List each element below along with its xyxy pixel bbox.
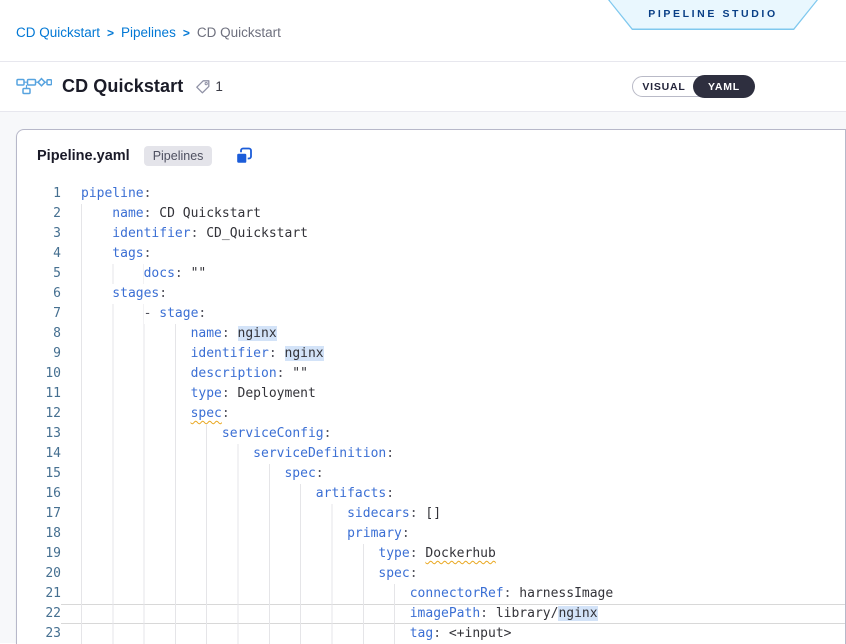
line-number: 16	[17, 484, 61, 504]
editor-line-21[interactable]: 21connectorRef: harnessImage	[17, 584, 845, 604]
editor-line-8[interactable]: 8name: nginx	[17, 324, 845, 344]
pipelines-chip[interactable]: Pipelines	[144, 146, 213, 166]
line-number: 17	[17, 504, 61, 524]
line-number: 21	[17, 584, 61, 604]
breadcrumb-current: CD Quickstart	[197, 25, 281, 40]
line-number: 4	[17, 244, 61, 264]
copy-button[interactable]	[234, 146, 254, 166]
editor-line-1[interactable]: 1pipeline:	[17, 184, 845, 204]
line-number: 7	[17, 304, 61, 324]
editor-line-2[interactable]: 2name: CD Quickstart	[17, 204, 845, 224]
pipeline-studio-banner: PIPELINE STUDIO	[608, 0, 818, 30]
editor-line-16[interactable]: 16artifacts:	[17, 484, 845, 504]
line-number: 5	[17, 264, 61, 284]
page-background: Pipeline.yaml Pipelines 1pipeline:2name:…	[0, 112, 846, 643]
line-number: 12	[17, 404, 61, 424]
editor-line-20[interactable]: 20spec:	[17, 564, 845, 584]
yaml-editor-card: Pipeline.yaml Pipelines 1pipeline:2name:…	[16, 129, 846, 644]
editor-line-3[interactable]: 3identifier: CD_Quickstart	[17, 224, 845, 244]
line-number: 13	[17, 424, 61, 444]
breadcrumb: CD Quickstart > Pipelines > CD Quickstar…	[16, 21, 281, 40]
breadcrumb-link-pipelines[interactable]: Pipelines	[121, 25, 176, 40]
editor-line-4[interactable]: 4tags:	[17, 244, 845, 264]
yaml-editor[interactable]: 1pipeline:2name: CD Quickstart3identifie…	[17, 182, 845, 644]
editor-line-12[interactable]: 12spec:	[17, 404, 845, 424]
line-number: 19	[17, 544, 61, 564]
toggle-yaml-button[interactable]: YAML	[693, 75, 755, 98]
line-number: 14	[17, 444, 61, 464]
editor-line-23[interactable]: 23tag: <+input>	[17, 624, 845, 644]
page-title: CD Quickstart	[62, 76, 183, 97]
tag-icon	[195, 79, 211, 95]
editor-line-11[interactable]: 11type: Deployment	[17, 384, 845, 404]
editor-line-9[interactable]: 9identifier: nginx	[17, 344, 845, 364]
editor-line-17[interactable]: 17sidecars: []	[17, 504, 845, 524]
breadcrumb-link-project[interactable]: CD Quickstart	[16, 25, 100, 40]
file-name: Pipeline.yaml	[37, 148, 130, 164]
top-bar: CD Quickstart > Pipelines > CD Quickstar…	[0, 0, 846, 62]
line-number: 2	[17, 204, 61, 224]
pipeline-graph-icon	[16, 75, 52, 100]
editor-line-22[interactable]: 22imagePath: library/nginx	[17, 604, 845, 624]
editor-line-7[interactable]: 7- stage:	[17, 304, 845, 324]
tag-count: 1	[215, 79, 223, 94]
line-number: 9	[17, 344, 61, 364]
editor-line-5[interactable]: 5docs: ""	[17, 264, 845, 284]
line-number: 6	[17, 284, 61, 304]
tags-indicator[interactable]: 1	[195, 79, 223, 95]
editor-line-14[interactable]: 14serviceDefinition:	[17, 444, 845, 464]
editor-line-18[interactable]: 18primary:	[17, 524, 845, 544]
title-bar: CD Quickstart 1 VISUAL YAML	[0, 62, 846, 112]
line-number: 23	[17, 624, 61, 644]
line-number: 8	[17, 324, 61, 344]
breadcrumb-separator: >	[183, 26, 190, 40]
line-number: 22	[17, 604, 61, 624]
breadcrumb-separator: >	[107, 26, 114, 40]
yaml-editor-header: Pipeline.yaml Pipelines	[17, 130, 845, 182]
editor-line-10[interactable]: 10description: ""	[17, 364, 845, 384]
visual-yaml-toggle: VISUAL YAML	[632, 76, 754, 97]
line-number: 18	[17, 524, 61, 544]
line-number: 20	[17, 564, 61, 584]
line-number: 11	[17, 384, 61, 404]
copy-icon	[234, 146, 254, 166]
pipeline-studio-label: PIPELINE STUDIO	[648, 8, 777, 20]
line-number: 1	[17, 184, 61, 204]
editor-line-13[interactable]: 13serviceConfig:	[17, 424, 845, 444]
editor-line-15[interactable]: 15spec:	[17, 464, 845, 484]
line-number: 15	[17, 464, 61, 484]
editor-line-6[interactable]: 6stages:	[17, 284, 845, 304]
line-number: 10	[17, 364, 61, 384]
toggle-visual-button[interactable]: VISUAL	[632, 76, 696, 97]
editor-line-19[interactable]: 19type: Dockerhub	[17, 544, 845, 564]
line-number: 3	[17, 224, 61, 244]
